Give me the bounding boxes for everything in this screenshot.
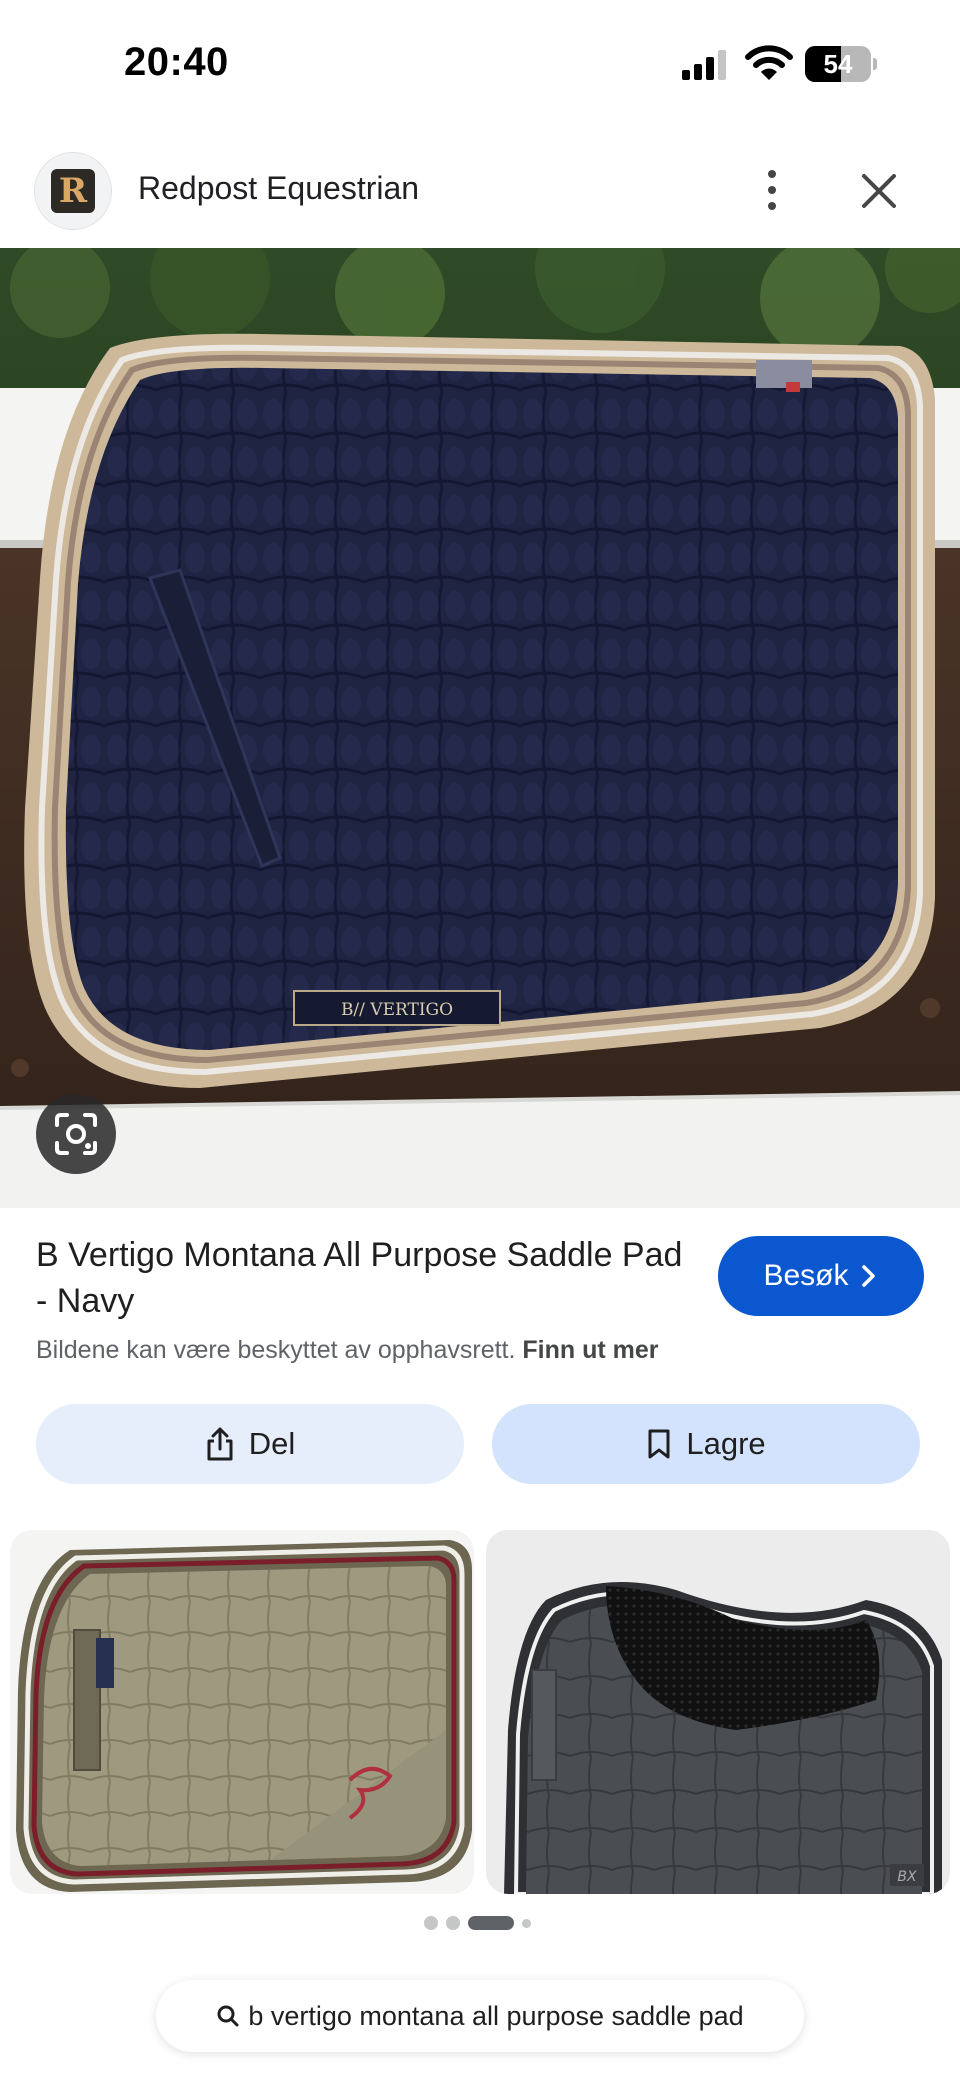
signal-icon: [682, 50, 726, 80]
status-time: 20:40: [124, 40, 229, 84]
copyright-text: Bildene kan være beskyttet av opphavsret…: [36, 1336, 516, 1364]
brand-label: B// VERTIGO: [341, 1000, 453, 1020]
source-name[interactable]: Redpost Equestrian: [138, 170, 419, 207]
visit-label: Besøk: [763, 1259, 849, 1292]
search-query-text: b vertigo montana all purpose saddle pad: [248, 2000, 744, 2031]
copyright-notice: Bildene kan være beskyttet av opphavsret…: [36, 1336, 659, 1365]
share-icon: [207, 1427, 233, 1461]
save-label: Lagre: [686, 1426, 766, 1461]
thumb-2-badge: BX: [897, 1869, 917, 1885]
more-vert-icon[interactable]: [752, 160, 792, 220]
visit-button[interactable]: Besøk: [718, 1236, 924, 1316]
battery-level: 54: [823, 49, 853, 79]
source-header: R Redpost Equestrian: [0, 140, 960, 250]
close-icon[interactable]: [856, 168, 902, 214]
share-label: Del: [248, 1426, 296, 1461]
wifi-icon: [745, 45, 793, 80]
source-logo[interactable]: R: [34, 152, 112, 230]
lens-icon[interactable]: [36, 1094, 116, 1174]
page-dot-active[interactable]: [468, 1916, 514, 1930]
search-icon: [217, 2005, 239, 2027]
learn-more-link[interactable]: Finn ut mer: [522, 1336, 658, 1364]
share-button[interactable]: Del: [36, 1404, 464, 1484]
page-dot[interactable]: [424, 1916, 438, 1930]
page-dot[interactable]: [522, 1918, 531, 1928]
page-dot[interactable]: [446, 1916, 460, 1930]
related-image-1[interactable]: [10, 1530, 474, 1894]
main-product-image[interactable]: B// VERTIGO: [0, 248, 960, 1208]
search-query-pill[interactable]: b vertigo montana all purpose saddle pad: [156, 1980, 804, 2052]
product-title: B Vertigo Montana All Purpose Saddle Pad…: [36, 1236, 683, 1320]
battery-icon: 54: [805, 46, 877, 82]
bookmark-icon: [648, 1429, 670, 1459]
related-image-2[interactable]: BX: [486, 1530, 950, 1894]
save-button[interactable]: Lagre: [492, 1404, 920, 1484]
chevron-right-icon: [861, 1265, 875, 1287]
status-bar: 20:40 54: [0, 0, 960, 130]
source-logo-letter: R: [51, 169, 95, 213]
pagination-dots: [424, 1916, 531, 1930]
